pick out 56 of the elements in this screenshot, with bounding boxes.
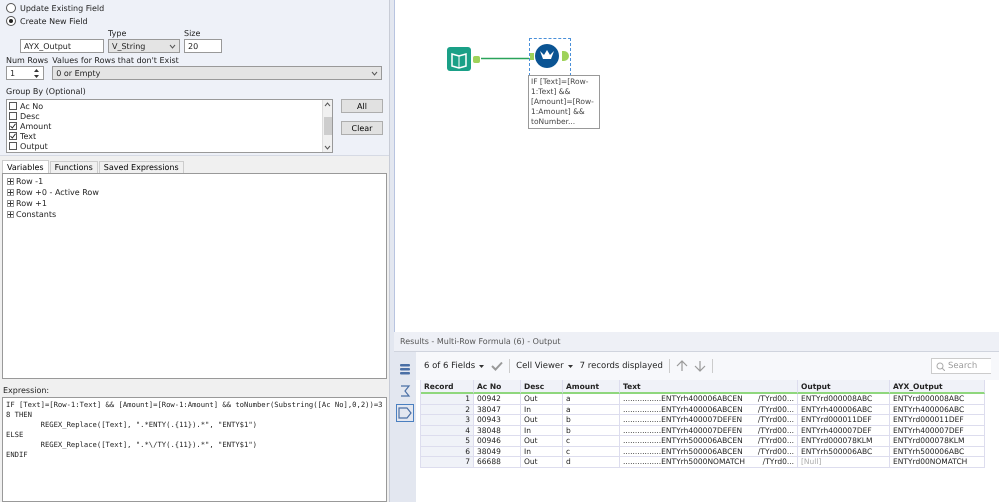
spinner-arrows-icon[interactable]	[33, 68, 40, 78]
field-label: Amount	[20, 122, 52, 130]
tab[interactable]: Functions	[50, 161, 98, 173]
field-label: Ac No	[20, 102, 44, 110]
expand-icon[interactable]	[7, 211, 14, 218]
tab[interactable]: Saved Expressions	[98, 161, 184, 173]
tree-item[interactable]: Row +1	[16, 199, 47, 208]
expression-label: Expression:	[2, 385, 50, 397]
radio-button[interactable]	[6, 16, 16, 26]
arrow-down-icon[interactable]	[694, 360, 706, 372]
checkbox[interactable]	[9, 122, 17, 130]
checkbox[interactable]	[9, 112, 17, 120]
caret-icon	[371, 70, 378, 76]
expand-icon[interactable]	[7, 189, 14, 196]
expand-icon[interactable]	[7, 200, 14, 207]
checkbox[interactable]	[9, 102, 17, 110]
records-count: 7 records displayed	[580, 361, 663, 371]
search-icon	[936, 362, 945, 370]
num-rows-label: Num Rows	[6, 56, 48, 65]
checkmark-icon[interactable]	[491, 361, 504, 371]
caret-icon	[169, 44, 176, 48]
fields-dropdown[interactable]: 6 of 6 Fields	[424, 361, 486, 371]
input-book-icon[interactable]	[447, 47, 482, 72]
caret-icon	[478, 364, 486, 368]
field-label: Output	[20, 142, 48, 150]
tag-icon[interactable]	[396, 404, 414, 422]
tree-item[interactable]: Row -1	[16, 177, 44, 186]
list-button[interactable]: All	[341, 99, 383, 113]
missing-values-dropdown[interactable]: 0 or Empty	[52, 66, 382, 80]
radio-label: Update Existing Field	[20, 4, 104, 12]
field-label: Desc	[20, 112, 40, 120]
list-button[interactable]: Clear	[341, 121, 383, 135]
type-label: Type	[108, 29, 128, 38]
group-by-label: Group By (Optional)	[6, 87, 87, 96]
tree-item[interactable]: Constants	[16, 210, 56, 219]
radio-button[interactable]	[6, 3, 16, 13]
scrollbar[interactable]	[322, 100, 332, 152]
size-label: Size	[184, 29, 202, 38]
num-rows-spinner[interactable]: 1	[6, 66, 44, 80]
expand-icon[interactable]	[7, 178, 14, 185]
connector-line	[481, 57, 529, 60]
field-name-input[interactable]: AYX_Output	[20, 39, 104, 53]
scroll-up-icon[interactable]	[324, 102, 331, 107]
scroll-down-icon[interactable]	[324, 145, 331, 150]
type-dropdown[interactable]: V_String	[108, 39, 180, 53]
tree-item[interactable]: Row +0 - Active Row	[16, 188, 99, 197]
arrow-up-icon[interactable]	[676, 360, 688, 372]
checkbox[interactable]	[9, 132, 17, 140]
caret-icon	[566, 364, 574, 368]
checkbox[interactable]	[9, 142, 17, 150]
tab[interactable]: Variables	[2, 160, 49, 173]
field-label: Text	[20, 132, 36, 140]
radio-label: Create New Field	[20, 16, 88, 26]
cell-viewer-dropdown[interactable]: Cell Viewer	[516, 361, 574, 371]
size-input[interactable]: 20	[184, 39, 222, 53]
missing-values-label: Values for Rows that don't Exist	[52, 56, 180, 65]
